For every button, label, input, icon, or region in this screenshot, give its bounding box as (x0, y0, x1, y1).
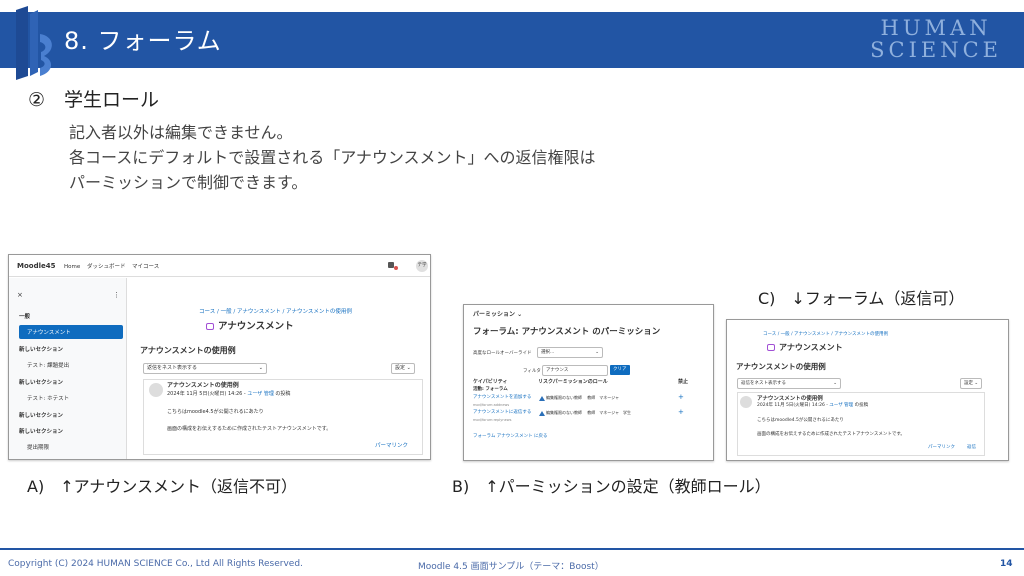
page-title-text: アナウンスメント (218, 321, 294, 332)
breadcrumb[interactable]: コース / 一般 / アナウンスメント / アナウンスメントの使用例 (763, 331, 888, 339)
display-mode-select[interactable]: 返信をネスト表示する ⌄ (737, 378, 841, 389)
description-line: パーミッションで制御できます。 (69, 173, 308, 192)
screenshot-permissions: パーミッション ⌄ フォーラム: アナウンスメント のパーミッション 高度なロー… (463, 304, 714, 461)
page-title: アナウンスメント (767, 344, 843, 352)
post-author-link[interactable]: ユーザ 管理 (247, 391, 274, 397)
drawer-section[interactable]: 新しいセクション (19, 428, 63, 436)
forum-icon (767, 344, 775, 351)
role-list: 編集権限のない教師 教師 マネージャ (546, 395, 619, 400)
select-arrow-icon: ⌄ (258, 365, 263, 371)
user-avatar-icon (149, 383, 163, 397)
capability-code: mod/forum:replynews (473, 418, 512, 422)
description-line: 記入者以外は編集できません。 (69, 123, 293, 142)
permalink-link[interactable]: パーマリンク (928, 444, 955, 452)
settings-button[interactable]: 設定 ⌄ (391, 363, 415, 374)
col-capability: ケイパビリティ (473, 379, 508, 385)
caption-b: B) ↑パーミッションの設定（教師ロール） (452, 477, 771, 496)
caption-c: C) ↓フォーラム（返信可） (758, 289, 965, 308)
clear-button[interactable]: クリア (610, 365, 630, 375)
user-avatar-icon (740, 396, 752, 408)
post-body-line: 画面の構成をお伝えするために作成されたテストアナウンスメントです。 (757, 432, 905, 437)
description-line: 各コースにデフォルトで設置される「アナウンスメント」への返信権限は (69, 148, 596, 167)
screenshot-forum-reply-allowed: コース / 一般 / アナウンスメント / アナウンスメントの使用例 アナウンス… (726, 319, 1009, 461)
filter-input[interactable]: アナウンス (542, 365, 608, 376)
moodle-brand[interactable]: Moodle45 (17, 262, 55, 270)
post-body-line: こちらはmoodle4.5が公開されるにあたり (167, 409, 264, 415)
prohibit-add-icon[interactable]: + (678, 408, 684, 416)
col-prohibit: 禁止 (678, 379, 689, 385)
permalink-link[interactable]: パーマリンク (375, 442, 408, 450)
company-logo-icon (16, 6, 52, 80)
page-title-text: アナウンスメント (779, 343, 843, 352)
drawer-item[interactable]: テスト: 課題提出 (27, 362, 69, 370)
select-arrow-icon: ⌄ (595, 350, 599, 355)
display-mode-select[interactable]: 返信をネスト表示する ⌄ (143, 363, 267, 374)
user-avatar[interactable]: テ学 (416, 260, 428, 272)
drawer-item[interactable]: テスト: ホテスト (27, 395, 69, 403)
drawer-section[interactable]: 新しいセクション (19, 412, 63, 420)
col-roles: リスクパーミッションのロール (538, 379, 608, 385)
drawer-section[interactable]: 新しいセクション (19, 346, 63, 354)
select-arrow-icon: ⌄ (833, 381, 837, 386)
brand-line-1: HUMAN (880, 16, 992, 40)
page-title: アナウンスメント (206, 321, 294, 332)
slide: 8. フォーラム HUMAN SCIENCE ② 学生ロール 記入者以外は編集でき… (0, 0, 1024, 576)
footer-center: Moodle 4.5 画面サンプル（テーマ：Boost） (418, 562, 604, 572)
discussion-title: アナウンスメントの使用例 (736, 362, 826, 371)
footer-line (0, 548, 1024, 550)
notification-badge-icon (394, 266, 398, 270)
permissions-menu[interactable]: パーミッション ⌄ (473, 311, 522, 319)
caption-a: A) ↑アナウンスメント（返信不可） (27, 477, 297, 496)
capability-code: mod/forum:addnews (473, 403, 510, 407)
brand-wordmark: HUMAN SCIENCE (870, 17, 1002, 61)
drawer-section[interactable]: 新しいセクション (19, 379, 63, 387)
post-meta: 2024年 11月 5日(火曜日) 14:26 - ユーザ 管理 の投稿 (757, 403, 869, 408)
post-body-line: こちらはmoodle4.5が公開されるにあたり (757, 418, 844, 423)
nav-link-mycourses[interactable]: マイコース (132, 263, 159, 271)
drawer-item-announcements: アナウンスメント (27, 330, 71, 336)
drawer-item[interactable]: 提出期限 (27, 444, 49, 452)
drawer-section-general[interactable]: 一般 (19, 313, 30, 321)
chevron-down-icon[interactable]: ⌄ (430, 261, 431, 269)
reply-link[interactable]: 返信 (967, 444, 976, 452)
slide-title: 8. フォーラム (64, 27, 222, 55)
close-icon[interactable]: × (17, 291, 23, 299)
risk-warning-icon (539, 411, 545, 416)
screenshot-announcement-no-reply: Moodle45 Home ダッシュボード マイコース テ学 ⌄ × ⋮ 一般 … (8, 254, 431, 460)
brand-line-2: SCIENCE (870, 38, 1002, 62)
discussion-title: アナウンスメントの使用例 (140, 346, 236, 355)
page-number: 14 (1000, 559, 1013, 569)
description: 記入者以外は編集できません。 各コースにデフォルトで設置される「アナウンスメント… (69, 120, 596, 195)
permissions-title: フォーラム: アナウンスメント のパーミッション (473, 327, 661, 337)
override-label: 高度なロールオーバーライド (473, 351, 532, 356)
section-number: ② (28, 89, 46, 111)
breadcrumb[interactable]: コース / 一般 / アナウンスメント / アナウンスメントの使用例 (199, 308, 352, 316)
override-select[interactable]: 選択... ⌄ (537, 347, 603, 358)
nav-link-dashboard[interactable]: ダッシュボード (87, 263, 126, 271)
post-subject: アナウンスメントの使用例 (167, 382, 239, 389)
settings-button[interactable]: 設定 ⌄ (960, 378, 983, 389)
section-title: 学生ロール (64, 89, 160, 111)
filter-label: フィルタ (523, 369, 541, 374)
nav-link-home[interactable]: Home (64, 263, 80, 271)
prohibit-add-icon[interactable]: + (678, 393, 684, 401)
section-heading: ② 学生ロール (28, 85, 159, 112)
footer-copyright: Copyright (C) 2024 HUMAN SCIENCE Co., Lt… (8, 559, 303, 569)
post-author-link[interactable]: ユーザ 管理 (829, 403, 853, 408)
forum-icon (206, 323, 214, 330)
group-label: 活動: フォーラム (473, 387, 508, 392)
post-meta: 2024年 11月 5日(火曜日) 14:26 - ユーザ 管理 の投稿 (167, 391, 291, 397)
back-link[interactable]: フォーラム アナウンスメント に戻る (473, 433, 548, 441)
risk-warning-icon (539, 396, 545, 401)
post-body-line: 画面の構成をお伝えするために作成されたテストアナウンスメントです。 (167, 426, 332, 432)
role-list: 編集権限のない教師 教師 マネージャ 学生 (546, 410, 631, 415)
kebab-menu-icon[interactable]: ⋮ (113, 291, 120, 299)
